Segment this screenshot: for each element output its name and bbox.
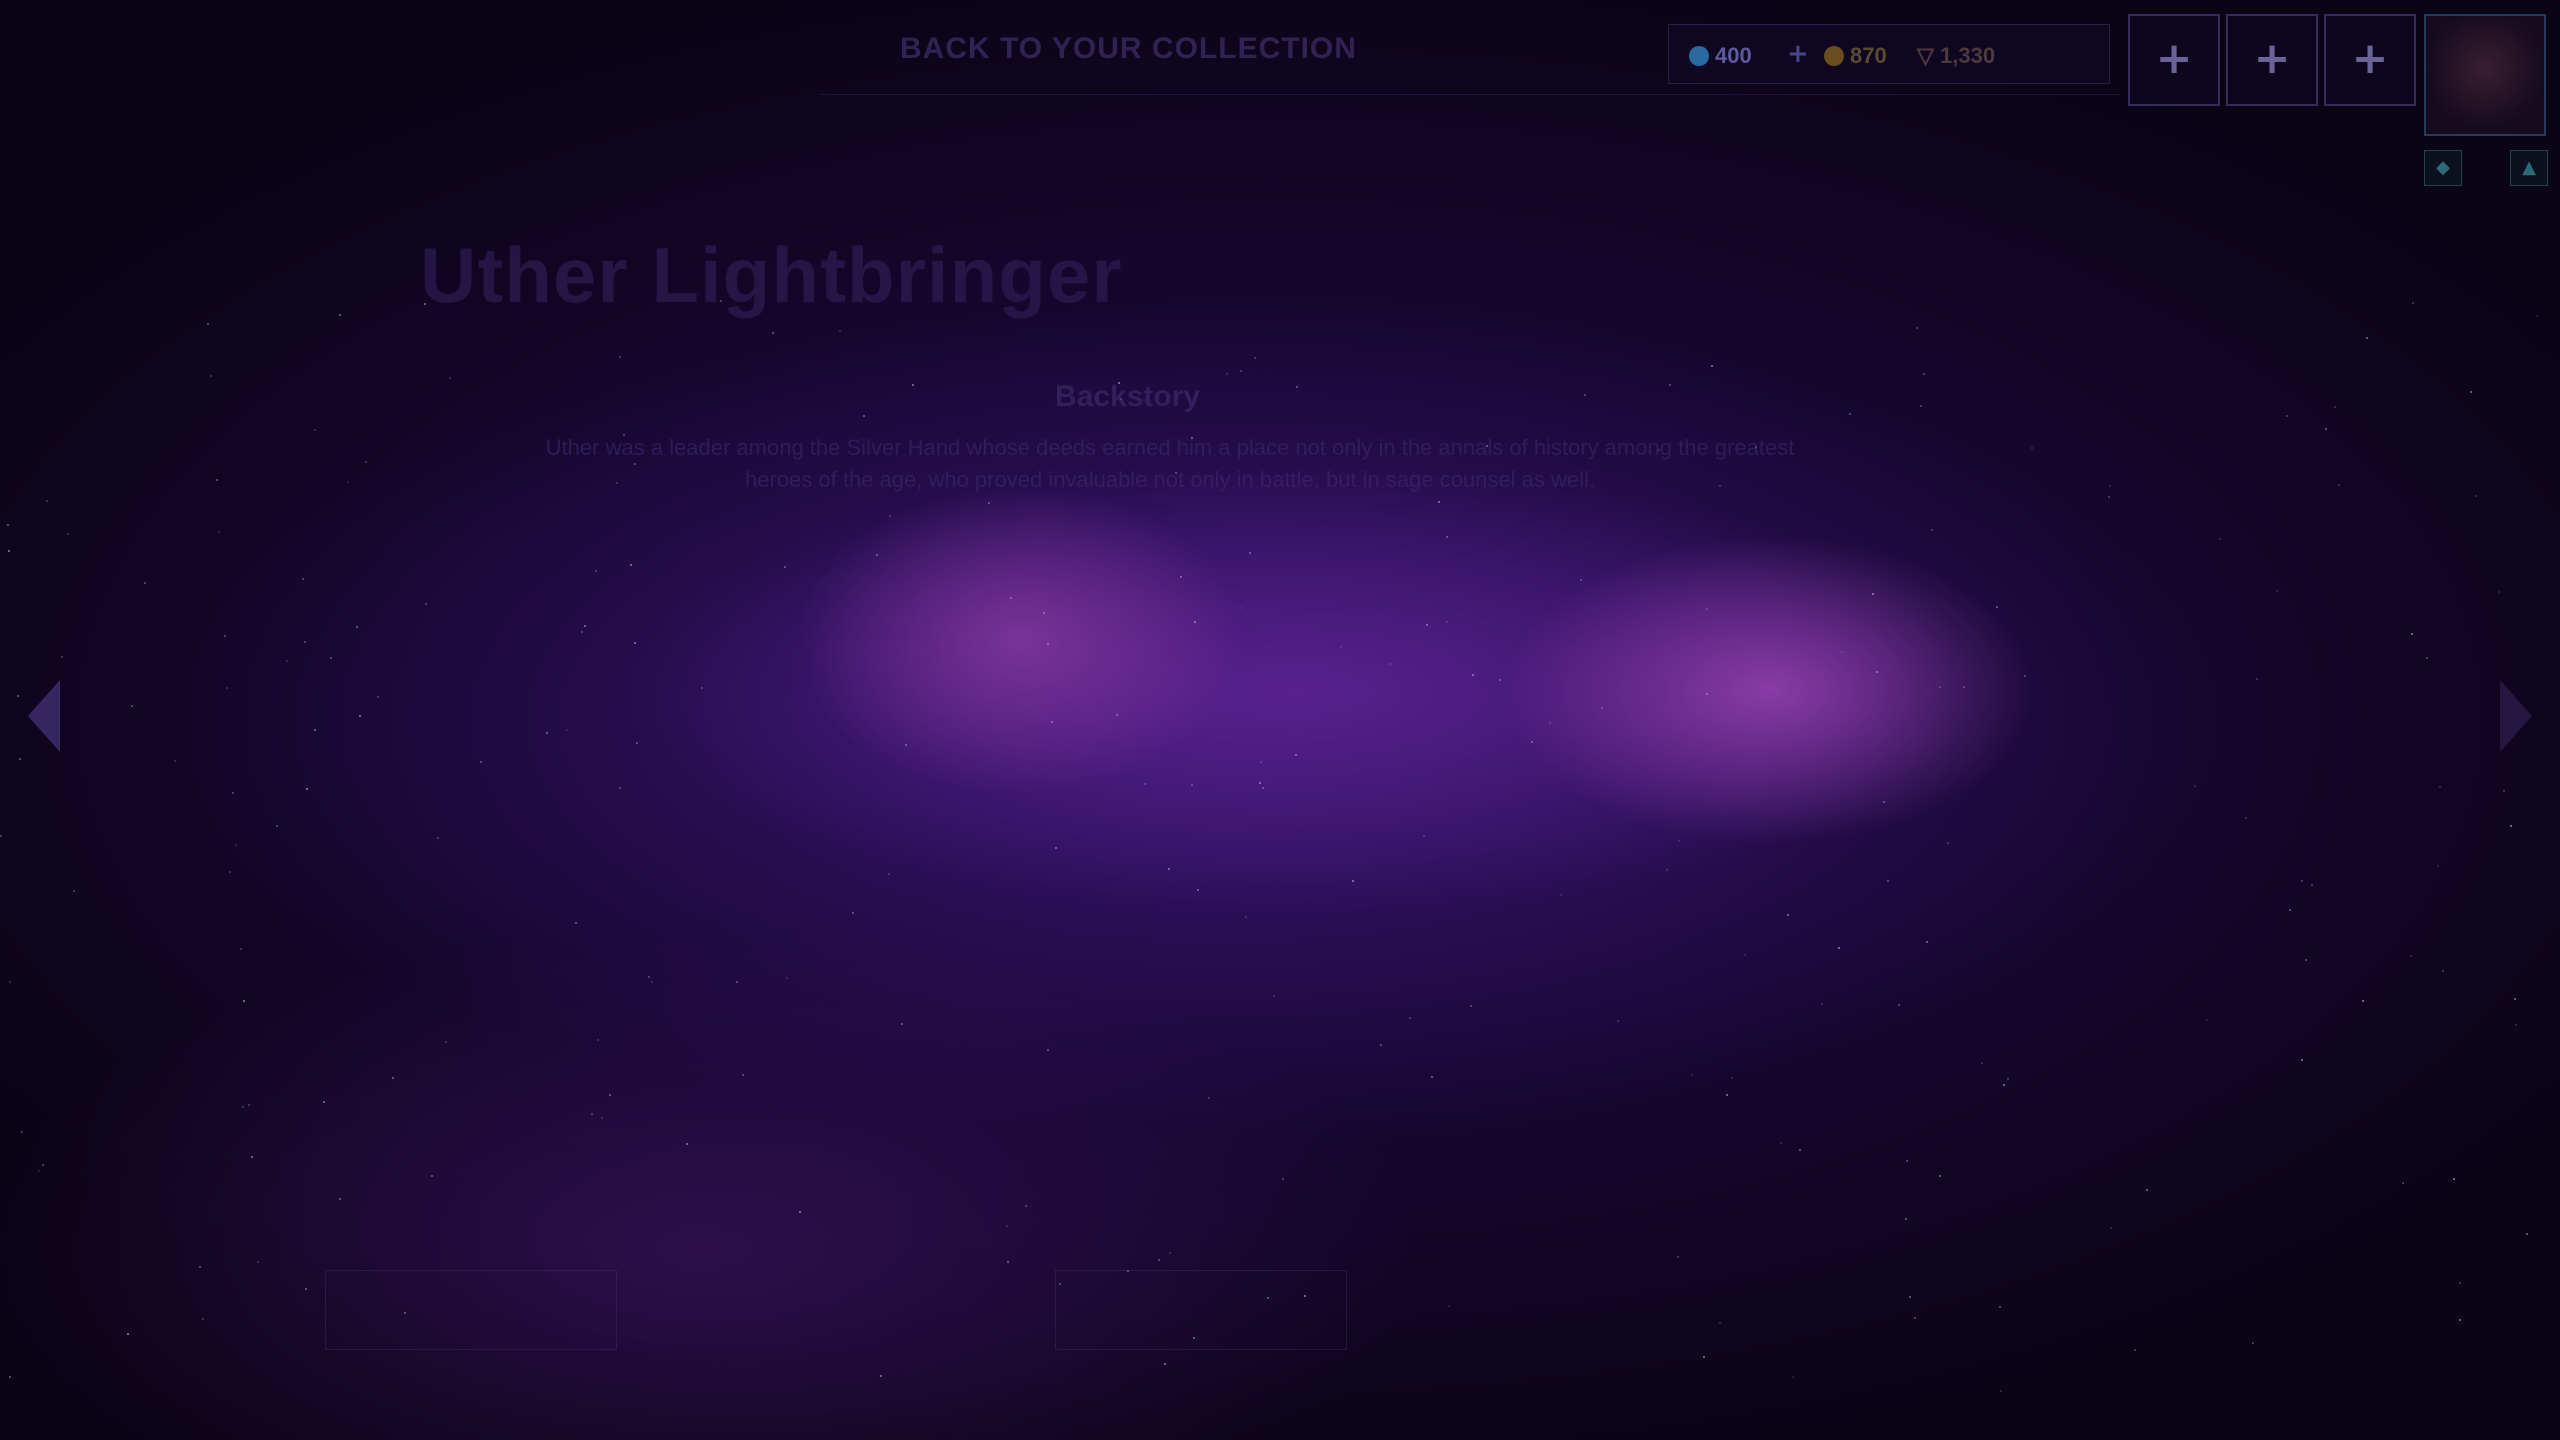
- people-icon: ◆: [2436, 157, 2450, 178]
- shards-value: 1,330: [1940, 43, 1996, 68]
- shards-balance: ▽ 1,330: [1917, 43, 1995, 69]
- currency-panel: 400 + 870 ▽ 1,330: [1668, 24, 2110, 84]
- shard-icon: ▽: [1917, 43, 1934, 68]
- back-to-collection-link[interactable]: BACK TO YOUR COLLECTION: [900, 32, 1357, 66]
- backstory-text: Uther was a leader among the Silver Hand…: [545, 435, 1795, 492]
- gold-balance: 870: [1824, 43, 1887, 69]
- party-slot-3[interactable]: +: [2324, 14, 2416, 106]
- social-icon[interactable]: ◆: [2424, 150, 2462, 186]
- gold-value: 870: [1850, 43, 1887, 68]
- top-bar: BACK TO YOUR COLLECTION 400 + 870 ▽ 1,33…: [820, 14, 2120, 95]
- add-gems-button[interactable]: +: [1787, 39, 1809, 69]
- add-party-member-icon: +: [2351, 33, 2389, 84]
- previous-hero-arrow[interactable]: [28, 680, 60, 752]
- party-slot-2[interactable]: +: [2226, 14, 2318, 106]
- action-button-right[interactable]: [1055, 1270, 1347, 1350]
- arrow-up-icon: ▲: [2522, 157, 2536, 178]
- gem-icon: [1689, 46, 1709, 66]
- backstory-heading: Backstory: [1055, 380, 1201, 413]
- hero-name-title: Uther Lightbringer: [420, 231, 1123, 319]
- add-party-member-icon: +: [2155, 33, 2193, 84]
- level-up-icon[interactable]: ▲: [2510, 150, 2548, 186]
- player-portrait[interactable]: [2424, 14, 2546, 136]
- gems-value: 400: [1715, 43, 1752, 68]
- add-party-member-icon: +: [2253, 33, 2291, 84]
- gems-balance: 400: [1689, 43, 1752, 69]
- action-button-left[interactable]: [325, 1270, 617, 1350]
- party-slot-1[interactable]: +: [2128, 14, 2220, 106]
- overlay-dim: [0, 0, 2560, 1440]
- next-hero-arrow[interactable]: [2500, 680, 2532, 752]
- gold-coin-icon: [1824, 46, 1844, 66]
